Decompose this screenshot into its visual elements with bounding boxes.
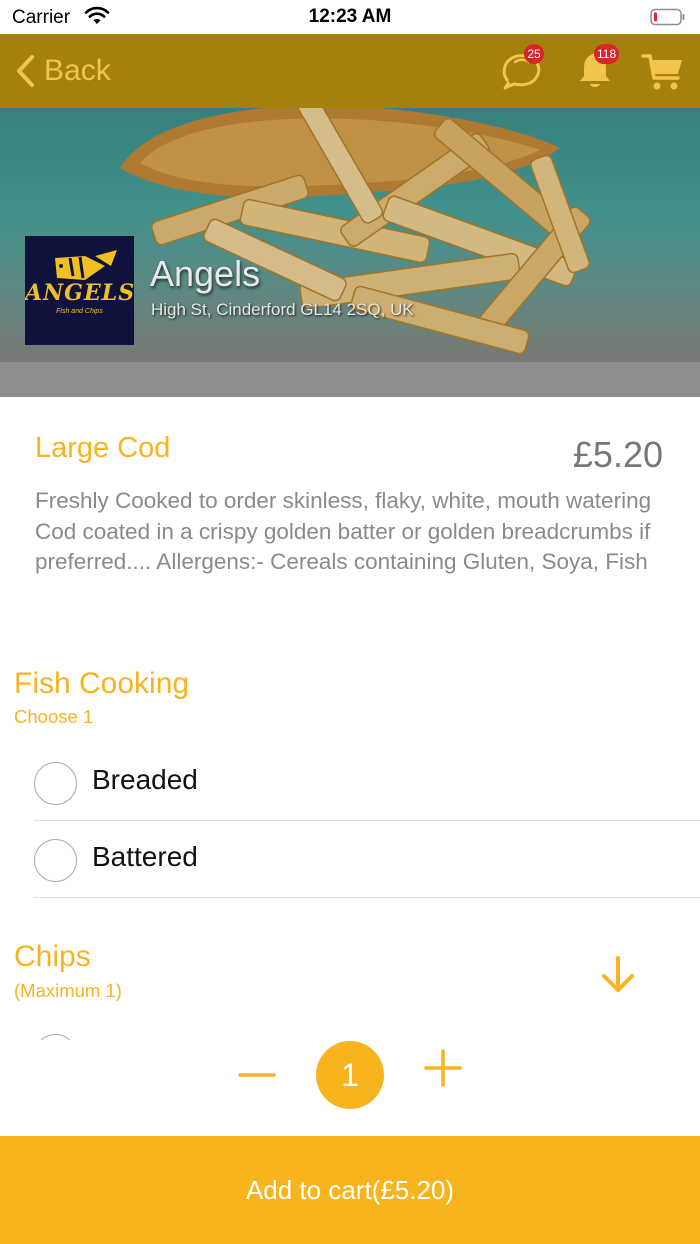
chat-badge: 25: [524, 44, 544, 64]
product-name: Large Cod: [35, 432, 171, 464]
product-description: Freshly Cooked to order skinless, flaky,…: [35, 488, 652, 574]
status-bar: Carrier 12:23 AM: [0, 0, 700, 34]
add-to-cart-button[interactable]: Add to cart(£5.20): [0, 1136, 700, 1244]
restaurant-name: Angels: [150, 253, 261, 294]
product-price: £5.20: [572, 434, 663, 475]
option-group-title: Fish Cooking: [14, 667, 190, 700]
quantity-value: 1: [316, 1041, 384, 1109]
option-label: Battered: [92, 841, 198, 872]
option-battered[interactable]: Battered: [34, 822, 700, 898]
arrow-down-icon[interactable]: [598, 954, 638, 996]
option-breaded[interactable]: Breaded: [34, 745, 700, 821]
back-label: Back: [44, 54, 111, 87]
radio-button[interactable]: [34, 839, 77, 882]
navigation-bar: Back 25 118: [0, 34, 700, 108]
restaurant-address: High St, Cinderford GL14 2SQ, UK: [151, 300, 414, 319]
back-chevron-icon: [17, 55, 34, 87]
option-group-subtitle: Choose 1: [14, 706, 94, 727]
logo-subtext: Fish and Chips: [56, 308, 103, 315]
notification-badge: 118: [594, 44, 620, 64]
option-group-title: Chips: [14, 940, 91, 973]
cart-button[interactable]: [640, 50, 686, 96]
option-label: Breaded: [92, 764, 198, 795]
chat-button[interactable]: 25: [500, 44, 546, 94]
logo-text: ANGELS: [25, 280, 134, 306]
radio-button[interactable]: [34, 762, 77, 805]
status-time: 12:23 AM: [308, 6, 392, 27]
restaurant-banner: ANGELS Fish and Chips Angels High St, Ci…: [0, 108, 700, 362]
notifications-button[interactable]: 118: [572, 44, 620, 94]
banner-divider: [0, 362, 700, 397]
cart-icon: [641, 54, 682, 90]
option-group-subtitle: (Maximum 1): [14, 980, 122, 1001]
minus-icon[interactable]: [238, 1062, 276, 1088]
back-button[interactable]: Back: [14, 52, 111, 90]
battery-icon: [650, 8, 685, 26]
plus-icon[interactable]: [424, 1048, 462, 1088]
restaurant-logo: ANGELS Fish and Chips: [25, 236, 134, 345]
